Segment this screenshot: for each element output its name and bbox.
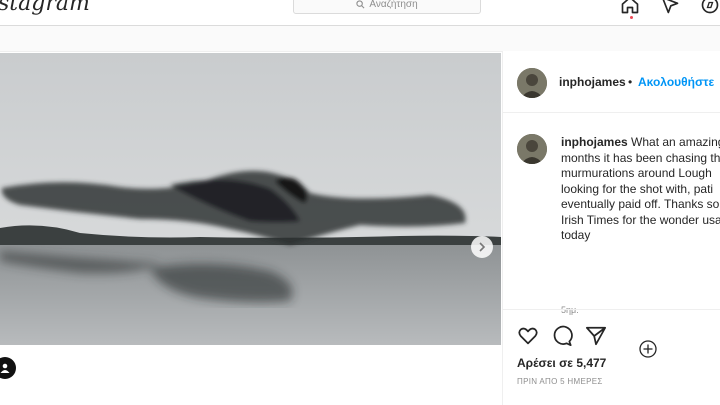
next-photo-button[interactable] bbox=[471, 236, 493, 258]
murmuration-photo bbox=[0, 53, 501, 345]
post-username[interactable]: inphojames bbox=[559, 75, 626, 89]
post-sidebar: inphojames • Ακολουθήστε inphojames What… bbox=[502, 51, 720, 405]
post-caption: inphojames What an amazing months it has… bbox=[561, 135, 720, 244]
search-icon bbox=[356, 0, 365, 8]
comment-icon[interactable] bbox=[551, 325, 573, 347]
share-icon[interactable] bbox=[585, 325, 607, 347]
search-box[interactable]: Αναζήτηση bbox=[293, 0, 481, 14]
avatar[interactable] bbox=[517, 68, 547, 98]
instagram-logo[interactable]: stagram bbox=[0, 0, 90, 16]
post-timestamp[interactable]: ΠΡΙΝ ΑΠΟ 5 ΗΜΕΡΕΣ bbox=[517, 377, 603, 386]
user-icon bbox=[0, 363, 10, 373]
likes-count[interactable]: Αρέσει σε 5,477 bbox=[517, 356, 606, 370]
post-photo[interactable] bbox=[0, 53, 501, 345]
post-actions: Αρέσει σε 5,477 ΠΡΙΝ ΑΠΟ 5 ΗΜΕΡΕΣ bbox=[503, 309, 720, 405]
follow-button[interactable]: Ακολουθήστε bbox=[638, 75, 714, 89]
carousel-indicator bbox=[233, 376, 244, 380]
carousel-dot-active bbox=[233, 376, 237, 380]
carousel-dot bbox=[240, 376, 244, 380]
caption-avatar[interactable] bbox=[517, 134, 547, 164]
heart-icon[interactable] bbox=[517, 325, 539, 347]
explore-icon[interactable] bbox=[660, 0, 680, 15]
chevron-right-icon bbox=[479, 242, 486, 252]
activity-icon[interactable] bbox=[700, 0, 720, 15]
separator-dot: • bbox=[628, 75, 633, 89]
home-icon[interactable] bbox=[620, 0, 640, 15]
nav-icons bbox=[620, 0, 720, 16]
post-header: inphojames • Ακολουθήστε bbox=[503, 51, 720, 113]
search-placeholder: Αναζήτηση bbox=[369, 0, 418, 10]
top-navigation-bar: stagram Αναζήτηση bbox=[0, 0, 720, 26]
notification-dot bbox=[630, 16, 633, 19]
action-icons bbox=[517, 325, 607, 347]
caption-username[interactable]: inphojames bbox=[561, 135, 628, 149]
caption-text: What an amazing months it has been chasi… bbox=[561, 135, 720, 242]
